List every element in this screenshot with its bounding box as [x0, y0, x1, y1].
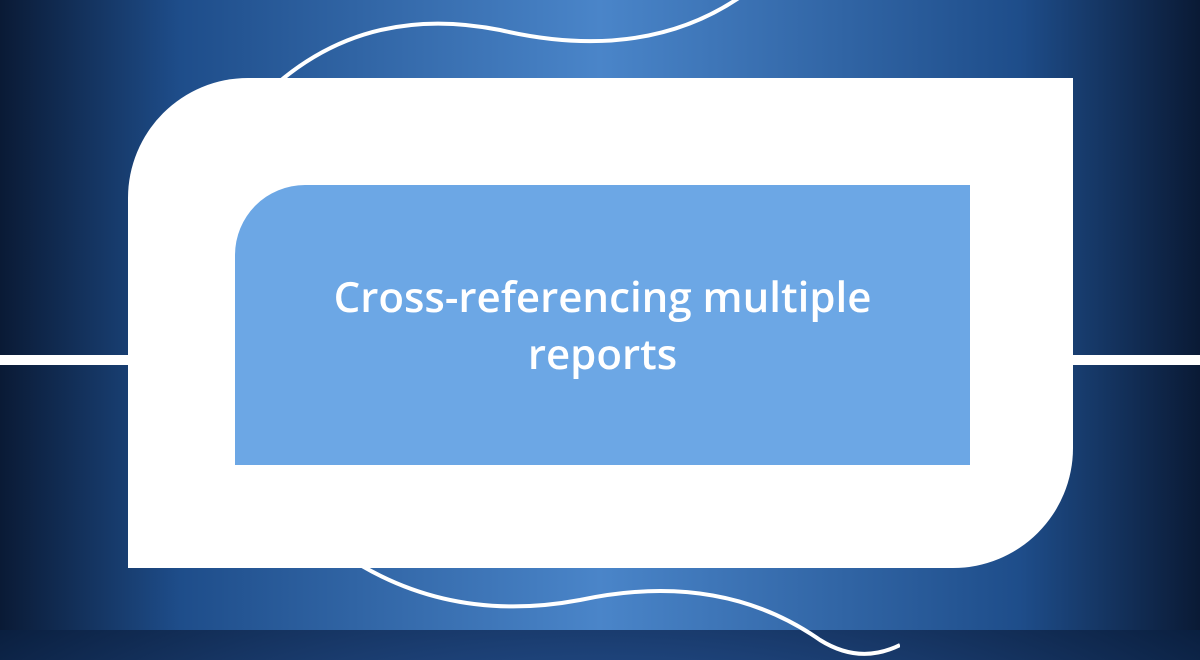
- card-inner-panel: Cross-referencing multiple reports: [235, 185, 970, 465]
- banner-title: Cross-referencing multiple reports: [235, 268, 970, 382]
